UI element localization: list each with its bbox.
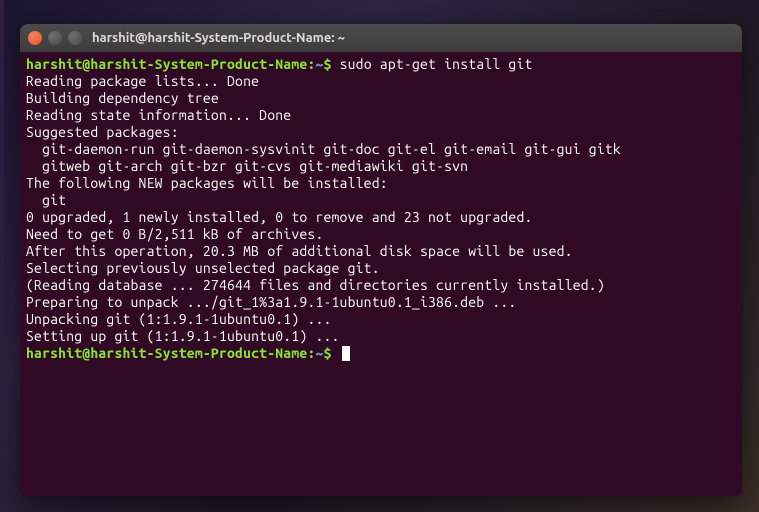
prompt-userhost: harshit@harshit-System-Product-Name	[26, 345, 307, 361]
terminal-body[interactable]: harshit@harshit-System-Product-Name:~$ s…	[20, 52, 742, 366]
output-line: git	[26, 192, 736, 209]
output-line: Setting up git (1:1.9.1-1ubuntu0.1) ...	[26, 328, 736, 345]
prompt-line-2: harshit@harshit-System-Product-Name:~$	[26, 345, 736, 362]
close-icon[interactable]	[28, 31, 42, 45]
output-line: Need to get 0 B/2,511 kB of archives.	[26, 226, 736, 243]
output-line: Reading state information... Done	[26, 107, 736, 124]
output-line: Building dependency tree	[26, 90, 736, 107]
prompt-sigil: $	[324, 345, 332, 361]
titlebar[interactable]: harshit@harshit-System-Product-Name: ~	[20, 24, 742, 52]
output-line: Preparing to unpack .../git_1%3a1.9.1-1u…	[26, 294, 736, 311]
output-line: Suggested packages:	[26, 124, 736, 141]
output-line: Unpacking git (1:1.9.1-1ubuntu0.1) ...	[26, 311, 736, 328]
output-line: (Reading database ... 274644 files and d…	[26, 277, 736, 294]
output-line: 0 upgraded, 1 newly installed, 0 to remo…	[26, 209, 736, 226]
prompt-path: ~	[315, 56, 323, 72]
prompt-path: ~	[315, 345, 323, 361]
command-text: sudo apt-get install git	[340, 56, 533, 72]
output-line: After this operation, 20.3 MB of additio…	[26, 243, 736, 260]
window-title: harshit@harshit-System-Product-Name: ~	[92, 31, 345, 45]
maximize-icon[interactable]	[68, 31, 82, 45]
output-line: Selecting previously unselected package …	[26, 260, 736, 277]
output-line: Reading package lists... Done	[26, 73, 736, 90]
terminal-window: harshit@harshit-System-Product-Name: ~ h…	[20, 24, 742, 496]
output-line: The following NEW packages will be insta…	[26, 175, 736, 192]
prompt-sigil: $	[324, 56, 332, 72]
window-controls	[28, 31, 82, 45]
desktop-left-edge	[0, 0, 4, 512]
prompt-userhost: harshit@harshit-System-Product-Name	[26, 56, 307, 72]
cursor-icon	[342, 346, 350, 361]
output-line: git-daemon-run git-daemon-sysvinit git-d…	[26, 141, 736, 158]
prompt-line-1: harshit@harshit-System-Product-Name:~$ s…	[26, 56, 736, 73]
output-line: gitweb git-arch git-bzr git-cvs git-medi…	[26, 158, 736, 175]
minimize-icon[interactable]	[48, 31, 62, 45]
